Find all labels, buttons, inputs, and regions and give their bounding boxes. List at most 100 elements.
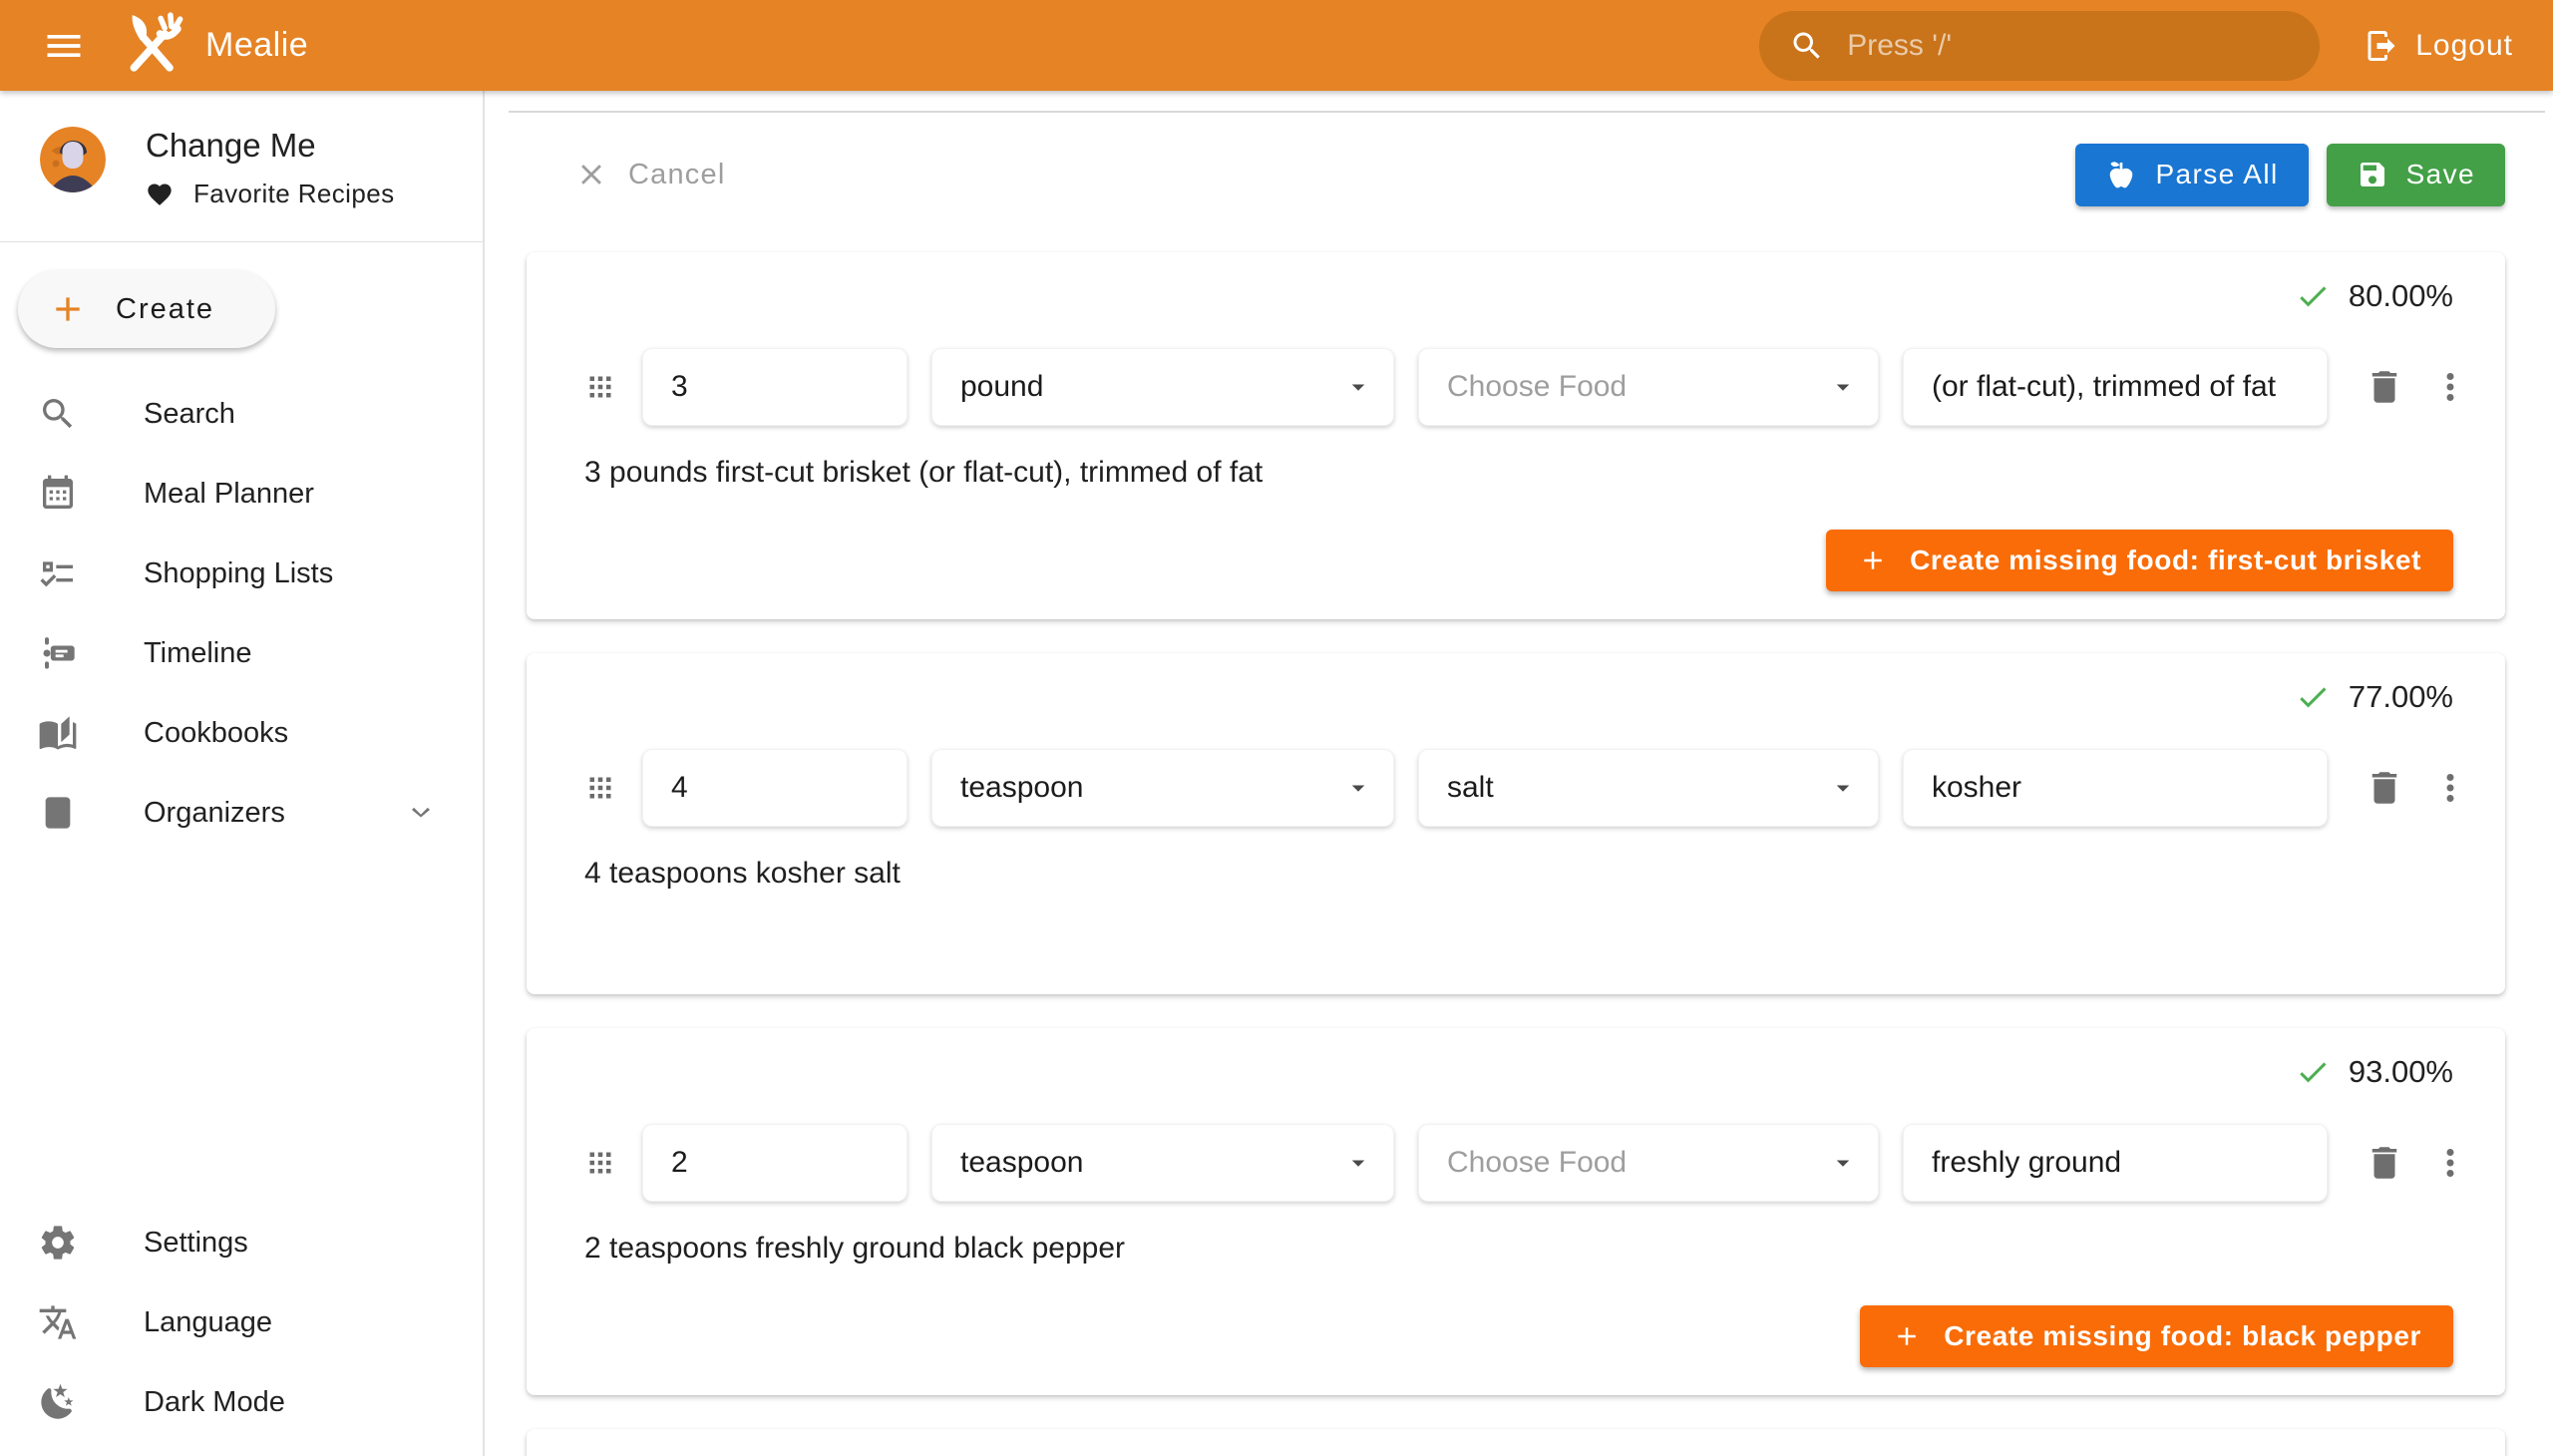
cancel-button[interactable]: Cancel bbox=[527, 158, 725, 191]
sidebar-item-search[interactable]: Search bbox=[0, 374, 483, 454]
ingredient-card: 93.00% teaspoon Choose Food 2 teaspoons … bbox=[527, 1028, 2505, 1395]
create-button[interactable]: Create bbox=[18, 270, 275, 348]
search-placeholder: Press '/' bbox=[1847, 29, 1952, 63]
food-select[interactable]: salt bbox=[1418, 749, 1879, 827]
check-icon bbox=[2295, 679, 2331, 715]
global-search-input[interactable]: Press '/' bbox=[1759, 11, 2320, 81]
moon-stars-icon bbox=[38, 1382, 78, 1422]
confidence-indicator: 80.00% bbox=[527, 252, 2505, 314]
cabinet-icon bbox=[38, 793, 78, 833]
sidebar: Change Me Favorite Recipes Create Search… bbox=[0, 91, 485, 1456]
original-ingredient-text: 2 teaspoons freshly ground black pepper bbox=[584, 1232, 2505, 1270]
save-button[interactable]: Save bbox=[2327, 144, 2505, 206]
sidebar-nav: Search Meal Planner Shopping Lists Timel… bbox=[0, 374, 483, 853]
note-input[interactable] bbox=[1903, 1124, 2328, 1202]
heart-icon bbox=[146, 181, 174, 208]
avatar[interactable] bbox=[40, 127, 106, 192]
sidebar-footer-nav: Settings Language Dark Mode bbox=[0, 1203, 481, 1442]
food-select[interactable]: Choose Food bbox=[1418, 1124, 1879, 1202]
kebab-menu-icon bbox=[2429, 767, 2471, 809]
original-ingredient-text: 3 pounds first-cut brisket (or flat-cut)… bbox=[584, 456, 2505, 494]
chevron-down-icon[interactable] bbox=[403, 795, 439, 831]
more-options-button[interactable] bbox=[2429, 1142, 2471, 1184]
delete-button[interactable] bbox=[2364, 366, 2405, 408]
drag-handle[interactable] bbox=[582, 369, 618, 405]
sidebar-item-organizers[interactable]: Organizers bbox=[0, 773, 483, 853]
parse-all-button[interactable]: Parse All bbox=[2075, 144, 2308, 206]
sidebar-item-timeline[interactable]: Timeline bbox=[0, 613, 483, 693]
content-top-divider bbox=[509, 111, 2545, 113]
translate-icon bbox=[38, 1302, 78, 1342]
save-label: Save bbox=[2406, 159, 2475, 190]
search-icon bbox=[1789, 28, 1825, 64]
favorite-recipes-link[interactable]: Favorite Recipes bbox=[146, 179, 394, 209]
create-missing-food-button[interactable]: Create missing food: first-cut brisket bbox=[1826, 530, 2453, 591]
sidebar-item-meal-planner[interactable]: Meal Planner bbox=[0, 454, 483, 534]
unit-select[interactable]: teaspoon bbox=[931, 749, 1394, 827]
ingredient-parser-view: Cancel Parse All Save 80.00% bbox=[485, 91, 2553, 1456]
create-button-label: Create bbox=[116, 293, 214, 326]
confidence-value: 80.00% bbox=[2349, 278, 2453, 314]
logout-label: Logout bbox=[2415, 29, 2513, 63]
cancel-label: Cancel bbox=[628, 159, 725, 191]
open-book-icon bbox=[38, 713, 78, 753]
note-input[interactable] bbox=[1903, 749, 2328, 827]
calendar-icon bbox=[38, 474, 78, 514]
trash-icon bbox=[2364, 1142, 2405, 1184]
trash-icon bbox=[2364, 366, 2405, 408]
ingredient-card: 77.00% teaspoon salt 4 teaspoons kosher … bbox=[527, 653, 2505, 994]
sidebar-divider bbox=[0, 241, 483, 242]
sidebar-item-shopping-lists[interactable]: Shopping Lists bbox=[0, 534, 483, 613]
more-options-button[interactable] bbox=[2429, 366, 2471, 408]
delete-button[interactable] bbox=[2364, 1142, 2405, 1184]
ingredient-card-partial bbox=[527, 1429, 2505, 1456]
create-missing-food-label: Create missing food: black pepper bbox=[1944, 1320, 2421, 1352]
quantity-input[interactable] bbox=[642, 749, 908, 827]
checklist-icon bbox=[38, 553, 78, 593]
confidence-value: 93.00% bbox=[2349, 1054, 2453, 1090]
create-missing-food-label: Create missing food: first-cut brisket bbox=[1910, 545, 2421, 576]
gear-icon bbox=[38, 1223, 78, 1263]
sidebar-item-language[interactable]: Language bbox=[0, 1282, 481, 1362]
sidebar-item-settings[interactable]: Settings bbox=[0, 1203, 481, 1282]
unit-select[interactable]: pound bbox=[931, 348, 1394, 426]
delete-button[interactable] bbox=[2364, 767, 2405, 809]
plus-icon bbox=[1858, 546, 1888, 575]
more-options-button[interactable] bbox=[2429, 767, 2471, 809]
plus-icon bbox=[48, 289, 88, 329]
food-select[interactable]: Choose Food bbox=[1418, 348, 1879, 426]
favorite-recipes-label: Favorite Recipes bbox=[193, 179, 394, 209]
drag-handle[interactable] bbox=[582, 1145, 618, 1181]
logout-button[interactable]: Logout bbox=[2350, 28, 2527, 64]
ingredient-card: 80.00% pound Choose Food 3 pounds first-… bbox=[527, 252, 2505, 619]
original-ingredient-text: 4 teaspoons kosher salt bbox=[584, 857, 2505, 895]
trash-icon bbox=[2364, 767, 2405, 809]
note-input[interactable] bbox=[1903, 348, 2328, 426]
confidence-value: 77.00% bbox=[2349, 679, 2453, 715]
check-icon bbox=[2295, 278, 2331, 314]
menu-button[interactable] bbox=[36, 18, 92, 74]
mealie-logo-icon bbox=[114, 7, 191, 85]
app-title: Mealie bbox=[205, 26, 308, 65]
top-app-bar: Mealie Press '/' Logout bbox=[0, 0, 2553, 91]
kebab-menu-icon bbox=[2429, 1142, 2471, 1184]
parser-toolbar: Cancel Parse All Save bbox=[527, 135, 2505, 214]
apple-icon bbox=[2105, 159, 2137, 190]
sidebar-item-cookbooks[interactable]: Cookbooks bbox=[0, 693, 483, 773]
create-missing-food-button[interactable]: Create missing food: black pepper bbox=[1860, 1305, 2453, 1367]
dropdown-arrow-icon bbox=[1828, 372, 1858, 402]
profile-section[interactable]: Change Me Favorite Recipes bbox=[0, 91, 483, 209]
unit-select[interactable]: teaspoon bbox=[931, 1124, 1394, 1202]
dropdown-arrow-icon bbox=[1343, 773, 1373, 803]
quantity-input[interactable] bbox=[642, 1124, 908, 1202]
kebab-menu-icon bbox=[2429, 366, 2471, 408]
sidebar-item-dark-mode[interactable]: Dark Mode bbox=[0, 1362, 481, 1442]
drag-handle[interactable] bbox=[582, 770, 618, 806]
dropdown-arrow-icon bbox=[1828, 773, 1858, 803]
hamburger-menu-icon bbox=[42, 24, 86, 68]
dropdown-arrow-icon bbox=[1343, 1148, 1373, 1178]
user-name: Change Me bbox=[146, 127, 394, 165]
timeline-icon bbox=[38, 633, 78, 673]
quantity-input[interactable] bbox=[642, 348, 908, 426]
save-icon bbox=[2357, 159, 2388, 190]
